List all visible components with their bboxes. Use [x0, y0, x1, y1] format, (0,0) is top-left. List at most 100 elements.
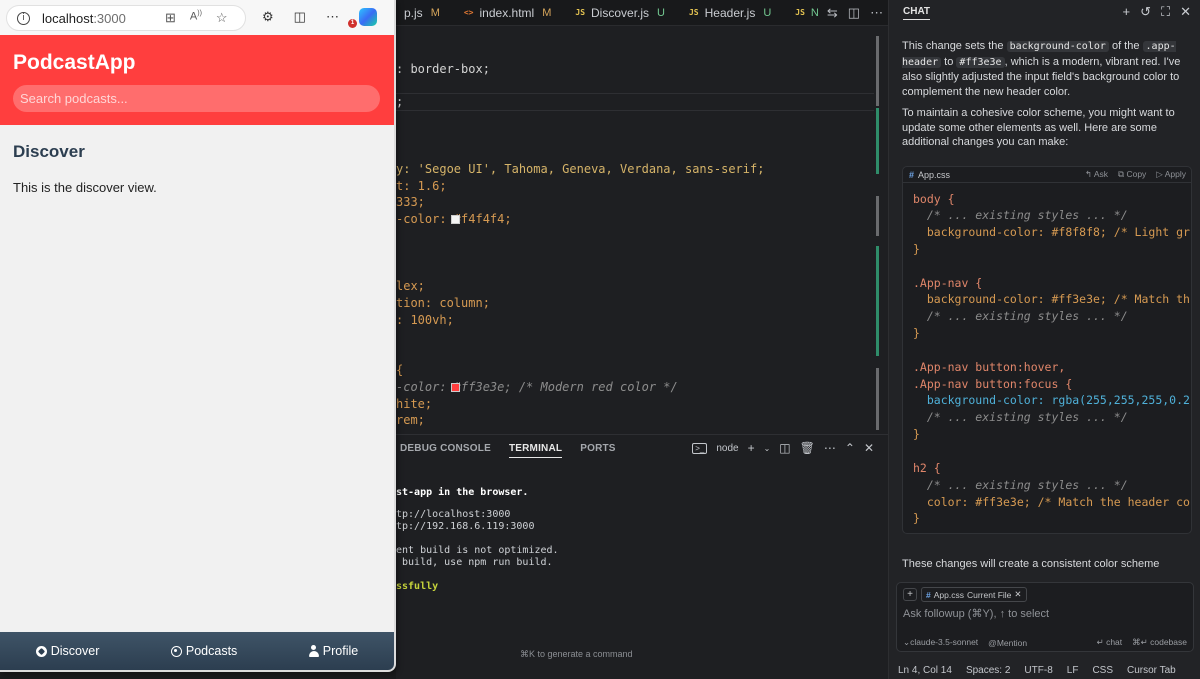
chat-submit-button[interactable]: ↵ chat — [1097, 637, 1123, 648]
code-area[interactable]: : border-box; ; y: 'Segoe UI', Tahoma, G… — [396, 26, 876, 434]
close-icon[interactable]: ✕ — [1180, 4, 1191, 20]
tab-ports[interactable]: PORTS — [580, 443, 615, 458]
encoding[interactable]: UTF-8 — [1024, 665, 1052, 676]
tab-name: Discover.js — [591, 5, 650, 20]
trash-icon[interactable]: 🗑 — [800, 441, 815, 455]
close-panel-icon[interactable]: ✕ — [864, 441, 874, 455]
color-swatch[interactable] — [451, 215, 460, 224]
generate-command-hint: ⌘K to generate a command — [520, 649, 633, 659]
close-icon[interactable]: ✕ — [1014, 589, 1021, 600]
nav-profile-button[interactable]: Profile — [308, 644, 359, 658]
chat-input-box[interactable]: + # App.css Current File ✕ Ask followup … — [896, 582, 1194, 652]
chevron-down-icon[interactable]: ⌄ — [764, 444, 771, 453]
app-logo[interactable]: PodcastApp — [13, 51, 136, 75]
chat-input-field[interactable]: Ask followup (⌘Y), ↑ to select — [903, 607, 1049, 620]
bottom-panel: DEBUG CONSOLE TERMINAL PORTS >_ node + ⌄… — [396, 434, 888, 679]
terminal-line: tp://localhost:3000 — [396, 509, 511, 520]
cursor-tab-toggle[interactable]: Cursor Tab — [1127, 665, 1176, 676]
apply-button[interactable]: ▷ Apply — [1156, 169, 1186, 180]
more-menu-icon[interactable]: ⋯ — [326, 9, 339, 25]
mention-button[interactable]: @Mention — [988, 638, 1027, 648]
nav-label: Podcasts — [185, 644, 238, 658]
terminal-name[interactable]: node — [716, 443, 738, 454]
user-icon — [308, 645, 319, 657]
url-field[interactable]: i localhost:3000 ⊞ A)) ☆ — [6, 5, 246, 31]
compass-icon — [35, 645, 47, 657]
terminal-line: tp://192.168.6.119:3000 — [396, 521, 535, 532]
tab-overflow[interactable]: JS N — [785, 0, 825, 26]
html-file-icon: <> — [463, 8, 474, 17]
split-screen-icon[interactable]: ◫ — [294, 9, 306, 25]
url-host: localhost — [42, 10, 94, 26]
js-file-icon: JS — [688, 8, 699, 17]
js-file-icon: JS — [795, 8, 805, 17]
tab-header-js[interactable]: JS Header.js U — [679, 0, 785, 26]
search-input[interactable] — [13, 85, 380, 112]
tab-index-html[interactable]: <> index.html M — [454, 0, 566, 26]
info-icon[interactable]: i — [17, 11, 30, 25]
tab-status: U — [763, 6, 772, 19]
nav-label: Discover — [50, 644, 100, 658]
tab-terminal[interactable]: TERMINAL — [508, 443, 563, 458]
maximize-icon[interactable]: ⛶ — [1161, 4, 1170, 20]
codebase-submit-button[interactable]: ⌘↵ codebase — [1132, 637, 1187, 648]
code-line: : border-box; — [396, 62, 490, 76]
terminal-line: ent build is not optimized. — [396, 545, 559, 556]
tab-status: M — [430, 6, 440, 19]
css-file-icon: # — [909, 169, 915, 180]
tab-app-js[interactable]: p.js M — [394, 0, 454, 26]
split-terminal-icon[interactable]: ◫ — [779, 441, 790, 455]
more-actions-icon[interactable]: ⋯ — [870, 5, 883, 21]
ask-button[interactable]: ↰ Ask — [1085, 169, 1108, 180]
chat-message-paragraph: To maintain a cohesive color scheme, you… — [902, 107, 1175, 148]
tab-name: Header.js — [704, 5, 756, 20]
git-added-marker — [876, 108, 879, 174]
tab-debug-console[interactable]: DEBUG CONSOLE — [400, 443, 491, 458]
view-description: This is the discover view. — [13, 180, 157, 195]
copy-button[interactable]: ⧉ Copy — [1118, 169, 1146, 180]
scroll-indicator — [876, 36, 879, 106]
chat-title[interactable]: CHAT — [903, 6, 931, 20]
add-context-button[interactable]: + — [903, 588, 917, 601]
line-ending[interactable]: LF — [1067, 665, 1079, 676]
apps-icon[interactable]: ⊞ — [165, 10, 176, 26]
new-terminal-icon[interactable]: + — [748, 441, 755, 455]
terminal-line: st-app in the browser. — [396, 487, 529, 498]
podcast-icon — [170, 645, 182, 657]
git-compare-icon[interactable]: ⇆ — [827, 5, 838, 21]
nav-discover-button[interactable]: Discover — [35, 644, 100, 658]
git-modified-marker — [876, 196, 879, 236]
app-main: Discover This is the discover view. — [0, 125, 394, 632]
code-line: lex; — [396, 279, 425, 293]
favorite-star-icon[interactable]: ☆ — [216, 10, 228, 26]
tab-status: U — [657, 6, 665, 19]
maximize-panel-icon[interactable]: ⌃ — [845, 441, 855, 455]
copilot-icon[interactable] — [358, 8, 377, 26]
tab-name: p.js — [404, 5, 423, 20]
split-editor-icon[interactable]: ◫ — [848, 5, 860, 21]
cursor-position[interactable]: Ln 4, Col 14 — [898, 665, 952, 676]
code-block-filename: App.css — [918, 169, 951, 180]
code-line: : 100vh; — [396, 313, 454, 327]
address-bar: i localhost:3000 ⊞ A)) ☆ ⚙ ◫ ⋯ 1 — [0, 0, 394, 35]
code-line: -color: #f4f4f4; — [396, 212, 512, 226]
read-aloud-icon[interactable]: A)) — [190, 10, 202, 26]
tab-discover-js[interactable]: JS Discover.js U — [565, 0, 679, 26]
chat-message-paragraph: This change sets the background-color of… — [902, 40, 1181, 98]
terminal-icon: >_ — [692, 442, 708, 454]
extensions-icon[interactable]: ⚙ — [262, 9, 274, 25]
tab-name: N — [810, 6, 819, 19]
more-actions-icon[interactable]: ⋯ — [824, 441, 836, 455]
color-swatch[interactable] — [451, 383, 460, 392]
new-chat-icon[interactable]: + — [1122, 4, 1130, 20]
url-port: :3000 — [93, 10, 126, 26]
tab-name: index.html — [479, 5, 535, 20]
model-selector[interactable]: ⌄claude-3.5-sonnet — [903, 637, 978, 648]
nav-podcasts-button[interactable]: Podcasts — [170, 644, 238, 658]
context-chip[interactable]: # App.css Current File ✕ — [921, 587, 1027, 602]
indentation[interactable]: Spaces: 2 — [966, 665, 1010, 676]
bottom-nav: Discover Podcasts Profile — [0, 632, 394, 670]
language-mode[interactable]: CSS — [1092, 665, 1113, 676]
history-icon[interactable]: ↺ — [1140, 4, 1151, 20]
nav-label: Profile — [322, 644, 359, 658]
